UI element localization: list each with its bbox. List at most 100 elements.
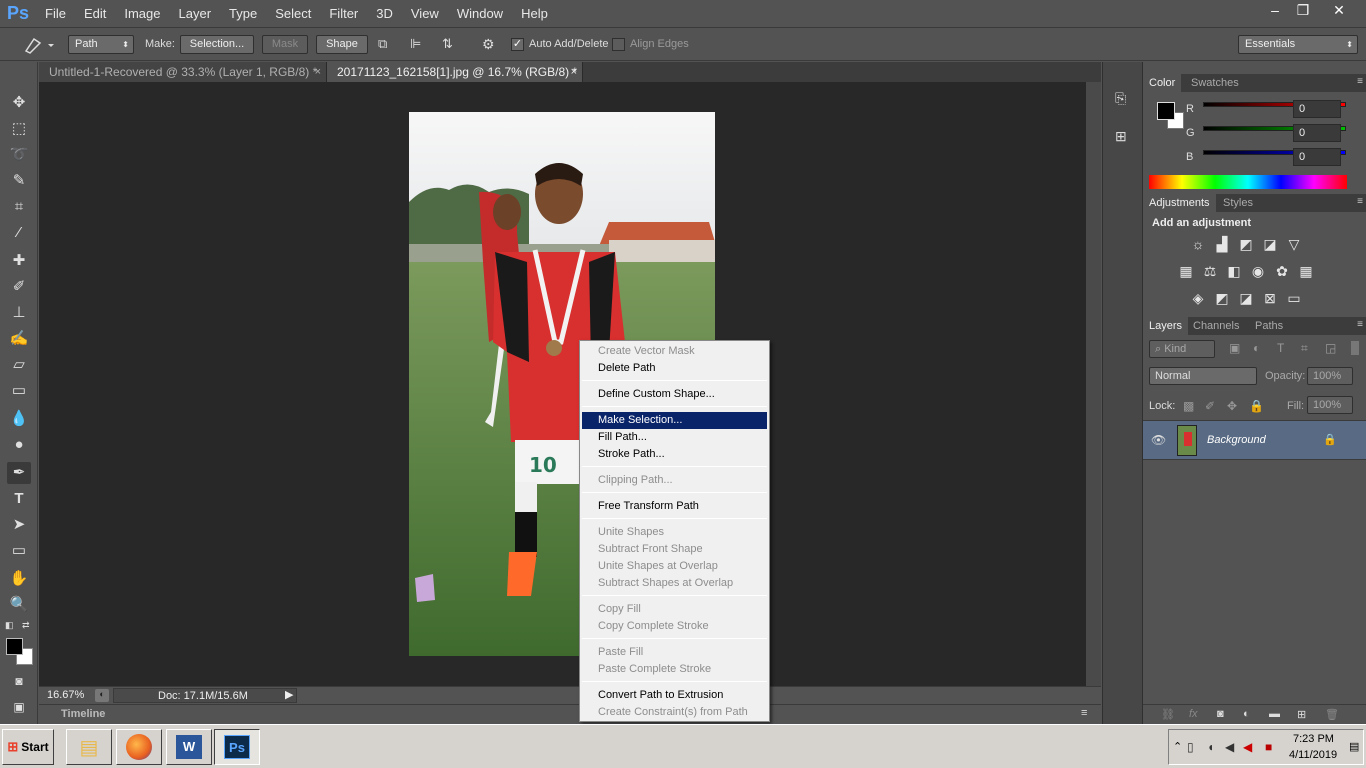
menu-view[interactable]: View [402, 0, 448, 28]
menu-copy-fill[interactable]: Copy Fill [582, 601, 767, 618]
tab-swatches[interactable]: Swatches [1185, 74, 1245, 92]
exposure-icon[interactable]: ◪ [1261, 237, 1279, 251]
opacity-field[interactable]: 100% [1307, 367, 1353, 385]
clock-time[interactable]: 7:23 PM [1293, 733, 1334, 745]
path-arrangement-icon[interactable]: ⇅ [442, 36, 462, 54]
menu-paste-complete-stroke[interactable]: Paste Complete Stroke [582, 661, 767, 678]
brightness-contrast-icon[interactable]: ☼ [1189, 237, 1207, 251]
levels-icon[interactable]: ▟ [1213, 237, 1231, 251]
taskbar-firefox[interactable] [116, 729, 162, 765]
filter-toggle[interactable] [1351, 341, 1359, 355]
menu-convert-path-extrusion[interactable]: Convert Path to Extrusion [582, 687, 767, 704]
photo-filter-icon[interactable]: ◉ [1249, 264, 1267, 278]
make-selection-button[interactable]: Selection... [180, 35, 254, 54]
menu-3d[interactable]: 3D [367, 0, 402, 28]
action-center-icon[interactable]: ▤ [1349, 740, 1359, 753]
menu-unite-shapes-overlap[interactable]: Unite Shapes at Overlap [582, 558, 767, 575]
menu-filter[interactable]: Filter [320, 0, 367, 28]
status-info-icon[interactable]: ◐ [95, 689, 109, 702]
lock-image-icon[interactable]: ✐ [1205, 399, 1215, 413]
filter-pixel-icon[interactable]: ▣ [1229, 341, 1240, 355]
add-mask-icon[interactable]: ◙ [1217, 708, 1224, 720]
volume-muted-icon[interactable]: ◀ [1243, 740, 1252, 754]
pen-tool-icon[interactable]: ✒ [7, 462, 31, 484]
selective-color-icon[interactable]: ⊠ [1261, 291, 1279, 305]
filter-adjustment-icon[interactable]: ◐ [1253, 341, 1260, 355]
move-tool-icon[interactable]: ✥ [7, 92, 31, 114]
menu-fill-path[interactable]: Fill Path... [582, 429, 767, 446]
gradient-tool-icon[interactable]: ▭ [7, 380, 31, 402]
black-white-icon[interactable]: ◧ [1225, 264, 1243, 278]
swap-colors-icon[interactable]: ⇄ [22, 620, 30, 631]
history-panel-icon[interactable]: ⎘ [1115, 90, 1126, 107]
panel-menu-icon[interactable]: ≡ [1357, 319, 1363, 330]
tab-untitled-recovered[interactable]: Untitled-1-Recovered @ 33.3% (Layer 1, R… [39, 62, 327, 82]
vertical-scrollbar[interactable] [1086, 82, 1101, 686]
filter-smart-object-icon[interactable]: ◲ [1325, 341, 1336, 355]
channel-g-value[interactable]: 0 [1293, 124, 1341, 142]
make-mask-button[interactable]: Mask [262, 35, 308, 54]
menu-file[interactable]: File [36, 0, 75, 28]
tab-photo-jpg[interactable]: 20171123_162158[1].jpg @ 16.7% (RGB/8) *… [327, 62, 583, 82]
menu-unite-shapes[interactable]: Unite Shapes [582, 524, 767, 541]
menu-create-constraints[interactable]: Create Constraint(s) from Path [582, 704, 767, 721]
menu-type[interactable]: Type [220, 0, 266, 28]
clock-date[interactable]: 4/11/2019 [1289, 749, 1337, 761]
new-group-icon[interactable]: ▬ [1269, 708, 1280, 720]
crop-tool-icon[interactable]: ⌗ [7, 196, 31, 218]
curves-icon[interactable]: ◩ [1237, 237, 1255, 251]
lock-position-icon[interactable]: ✥ [1227, 399, 1237, 413]
layer-row-background[interactable]: 👁 Background 🔒 [1143, 420, 1366, 460]
start-button[interactable]: ⊞ Start [2, 729, 54, 765]
dodge-tool-icon[interactable]: ● [7, 434, 31, 456]
menu-layer[interactable]: Layer [170, 0, 221, 28]
menu-subtract-shapes-overlap[interactable]: Subtract Shapes at Overlap [582, 575, 767, 592]
screen-mode-icon[interactable]: ▣ [7, 696, 31, 718]
close-icon[interactable]: × [315, 62, 321, 82]
zoom-level[interactable]: 16.67% [47, 689, 84, 701]
menu-clipping-path[interactable]: Clipping Path... [582, 472, 767, 489]
history-brush-tool-icon[interactable]: ✍ [7, 328, 31, 350]
rectangle-tool-icon[interactable]: ▭ [7, 540, 31, 562]
invert-icon[interactable]: ◈ [1189, 291, 1207, 305]
lock-all-icon[interactable]: 🔒 [1249, 399, 1264, 413]
tab-adjustments[interactable]: Adjustments [1143, 194, 1216, 212]
gear-icon[interactable]: ⚙ [482, 36, 502, 54]
healing-brush-tool-icon[interactable]: ✚ [7, 250, 31, 272]
new-adjustment-layer-icon[interactable]: ◐ [1243, 708, 1250, 720]
threshold-icon[interactable]: ◪ [1237, 291, 1255, 305]
menu-help[interactable]: Help [512, 0, 557, 28]
lock-transparent-icon[interactable]: ▩ [1183, 399, 1194, 413]
restore-button[interactable]: ❐ [1284, 0, 1322, 20]
tab-color[interactable]: Color [1143, 74, 1182, 92]
menu-window[interactable]: Window [448, 0, 512, 28]
color-balance-icon[interactable]: ⚖ [1201, 264, 1219, 278]
quick-selection-tool-icon[interactable]: ✎ [7, 170, 31, 192]
vibrance-icon[interactable]: ▽ [1285, 237, 1303, 251]
fill-field[interactable]: 100% [1307, 396, 1353, 414]
align-edges-checkbox[interactable] [612, 38, 625, 51]
visibility-eye-icon[interactable]: 👁 [1151, 433, 1166, 447]
menu-select[interactable]: Select [266, 0, 320, 28]
speaker-icon[interactable]: ◀ [1225, 740, 1234, 754]
menu-delete-path[interactable]: Delete Path [582, 360, 767, 377]
zoom-tool-icon[interactable]: 🔍 [7, 594, 31, 616]
default-colors-icon[interactable]: ◧ [5, 620, 14, 631]
auto-add-delete-checkbox[interactable]: ✓ [511, 38, 524, 51]
path-alignment-icon[interactable]: ⊫ [410, 36, 430, 54]
close-icon[interactable]: × [571, 62, 577, 82]
menu-subtract-front-shape[interactable]: Subtract Front Shape [582, 541, 767, 558]
hand-tool-icon[interactable]: ✋ [7, 568, 31, 590]
channel-b-value[interactable]: 0 [1293, 148, 1341, 166]
link-layers-icon[interactable]: ⛓ [1161, 708, 1175, 721]
taskbar-word[interactable]: W [166, 729, 212, 765]
lasso-tool-icon[interactable]: ➰ [7, 144, 31, 166]
pen-tool-preset-picker[interactable] [20, 35, 58, 55]
filter-type-icon[interactable]: T [1277, 341, 1284, 355]
tab-styles[interactable]: Styles [1217, 194, 1259, 212]
status-menu-arrow-icon[interactable]: ▶ [285, 688, 293, 701]
menu-create-vector-mask[interactable]: Create Vector Mask [582, 343, 767, 360]
eyedropper-tool-icon[interactable]: ⁄ [7, 222, 31, 244]
hue-saturation-icon[interactable]: ▦ [1177, 264, 1195, 278]
network-icon[interactable]: ▯ [1187, 740, 1194, 754]
